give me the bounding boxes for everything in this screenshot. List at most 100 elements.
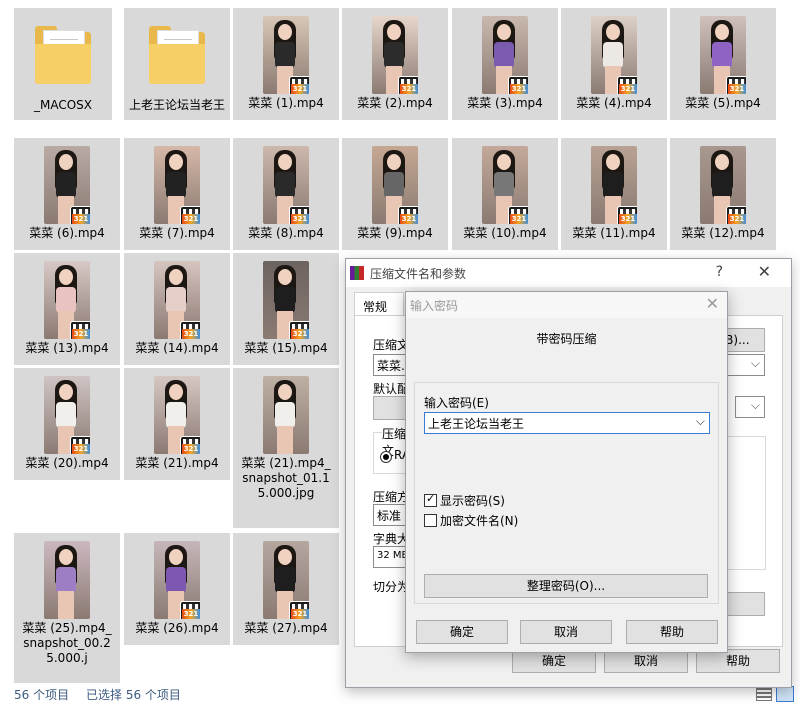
file-name-label: 菜菜 (9).mp4	[357, 226, 433, 240]
media-player-icon: 321	[398, 206, 418, 224]
password-input[interactable]: 上老王论坛当老王 ⌵	[424, 412, 710, 434]
folder-item[interactable]: 上老王论坛当老王	[124, 8, 230, 120]
file-item[interactable]: 321 菜菜 (4).mp4	[561, 8, 667, 120]
password-label: 输入密码(E)	[424, 396, 489, 410]
media-player-icon: 321	[180, 601, 200, 619]
media-player-icon: 321	[617, 206, 637, 224]
password-ok-button[interactable]: 确定	[416, 620, 508, 644]
winrar-icon	[350, 266, 364, 280]
file-item[interactable]: 321 菜菜 (6).mp4	[14, 138, 120, 250]
password-dialog: 输入密码 ✕ 带密码压缩 输入密码(E) 上老王论坛当老王 ⌵ ✓ 显示密码(S…	[405, 291, 728, 653]
encrypt-names-checkbox[interactable]	[424, 514, 437, 527]
video-thumbnail: 321	[700, 146, 746, 224]
file-name-label: 菜菜 (6).mp4	[29, 226, 105, 240]
file-item[interactable]: 321 菜菜 (12).mp4	[670, 138, 776, 250]
media-player-icon: 321	[508, 76, 528, 94]
format-radio-rar[interactable]	[380, 451, 392, 463]
password-cancel-button[interactable]: 取消	[520, 620, 612, 644]
file-item[interactable]: 321 菜菜 (15).mp4	[233, 253, 339, 365]
method-label: 压缩方	[373, 490, 410, 504]
encrypt-names-label: 加密文件名(N)	[440, 514, 519, 528]
close-icon[interactable]: ✕	[758, 262, 771, 281]
chevron-down-icon[interactable]: ⌵	[696, 414, 705, 429]
file-item[interactable]: 321 菜菜 (2).mp4	[342, 8, 448, 120]
dict-label: 字典大	[373, 532, 410, 546]
file-item[interactable]: 321 菜菜 (9).mp4	[342, 138, 448, 250]
media-player-icon: 321	[398, 76, 418, 94]
video-thumbnail: 321	[482, 146, 528, 224]
details-view-icon[interactable]	[756, 687, 772, 701]
media-player-icon: 321	[726, 76, 746, 94]
default-config-label: 默认配	[373, 382, 410, 396]
video-thumbnail: 321	[482, 16, 528, 94]
file-name-label: 菜菜 (13).mp4	[25, 341, 109, 355]
file-name-label: 菜菜 (14).mp4	[135, 341, 219, 355]
media-player-icon: 321	[508, 206, 528, 224]
file-item[interactable]: 321 菜菜 (13).mp4	[14, 253, 120, 365]
file-item[interactable]: 菜菜 (25).mp4_snapshot_00.25.000.j	[14, 533, 120, 683]
split-label: 切分为	[373, 580, 410, 594]
file-name-label: 菜菜 (20).mp4	[25, 456, 109, 470]
file-name-label: 菜菜 (21).mp4	[135, 456, 219, 470]
file-name-label: 菜菜 (25).mp4_snapshot_00.25.000.j	[22, 621, 112, 665]
file-item[interactable]: 321 菜菜 (11).mp4	[561, 138, 667, 250]
media-player-icon: 321	[180, 436, 200, 454]
organize-passwords-button[interactable]: 整理密码(O)...	[424, 574, 708, 598]
file-name-label: 菜菜 (26).mp4	[135, 621, 219, 635]
file-name-label: 菜菜 (2).mp4	[357, 96, 433, 110]
help-icon[interactable]: ?	[716, 264, 723, 280]
archive-dialog-title: 压缩文件名和参数	[370, 267, 467, 281]
password-dialog-titlebar: 输入密码 ✕	[406, 292, 727, 318]
password-dialog-title: 输入密码	[410, 299, 459, 313]
media-player-icon: 321	[70, 436, 90, 454]
update-mode-select[interactable]: ⌵	[735, 396, 765, 418]
file-item[interactable]: 菜菜 (21).mp4_snapshot_01.15.000.jpg	[233, 368, 339, 528]
media-player-icon: 321	[289, 601, 309, 619]
video-thumbnail: 321	[154, 146, 200, 224]
archive-dialog-titlebar: 压缩文件名和参数 ? ✕	[346, 259, 791, 287]
folder-icon	[149, 26, 205, 86]
file-name-label: 菜菜 (10).mp4	[463, 226, 547, 240]
tab-general[interactable]: 常规	[354, 292, 404, 317]
file-item[interactable]: 321 菜菜 (7).mp4	[124, 138, 230, 250]
media-player-icon: 321	[180, 206, 200, 224]
file-item[interactable]: 321 菜菜 (27).mp4	[233, 533, 339, 645]
password-help-button[interactable]: 帮助	[626, 620, 718, 644]
show-password-checkbox[interactable]: ✓	[424, 492, 437, 507]
file-item[interactable]: 321 菜菜 (14).mp4	[124, 253, 230, 365]
file-name-label: 菜菜 (15).mp4	[244, 341, 328, 355]
password-dialog-heading: 带密码压缩	[536, 332, 597, 346]
video-thumbnail: 321	[372, 146, 418, 224]
file-item[interactable]: 321 菜菜 (3).mp4	[452, 8, 558, 120]
chevron-down-icon: ⌵	[750, 398, 760, 412]
media-player-icon: 321	[289, 321, 309, 339]
file-name-label: 菜菜 (27).mp4	[244, 621, 328, 635]
thumbnails-view-icon[interactable]	[776, 686, 794, 702]
file-item[interactable]: 321 菜菜 (21).mp4	[124, 368, 230, 480]
show-password-label: 显示密码(S)	[440, 494, 505, 508]
set-password-button[interactable]	[725, 592, 765, 616]
file-item[interactable]: 321 菜菜 (10).mp4	[452, 138, 558, 250]
file-item[interactable]: 321 菜菜 (5).mp4	[670, 8, 776, 120]
file-item[interactable]: 321 菜菜 (1).mp4	[233, 8, 339, 120]
file-name-label: 上老王论坛当老王	[128, 98, 225, 112]
video-thumbnail: 321	[154, 376, 200, 454]
video-thumbnail: 321	[44, 146, 90, 224]
close-icon[interactable]: ✕	[706, 294, 719, 313]
file-name-label: 菜菜 (11).mp4	[572, 226, 656, 240]
dict-value: 32 MB	[377, 550, 409, 561]
media-player-icon: 321	[289, 76, 309, 94]
file-item[interactable]: 321 菜菜 (20).mp4	[14, 368, 120, 480]
file-name-label: 菜菜 (3).mp4	[467, 96, 543, 110]
video-thumbnail: 321	[372, 16, 418, 94]
video-thumbnail: 321	[44, 261, 90, 339]
video-thumbnail: 321	[44, 376, 90, 454]
password-value: 上老王论坛当老王	[428, 417, 525, 431]
video-thumbnail: 321	[263, 146, 309, 224]
file-item[interactable]: 321 菜菜 (26).mp4	[124, 533, 230, 645]
item-count: 56 个项目	[14, 688, 70, 702]
folder-item[interactable]: _MACOSX	[14, 8, 112, 120]
video-thumbnail: 321	[591, 16, 637, 94]
file-item[interactable]: 321 菜菜 (8).mp4	[233, 138, 339, 250]
chevron-down-icon: ⌵	[750, 356, 760, 370]
